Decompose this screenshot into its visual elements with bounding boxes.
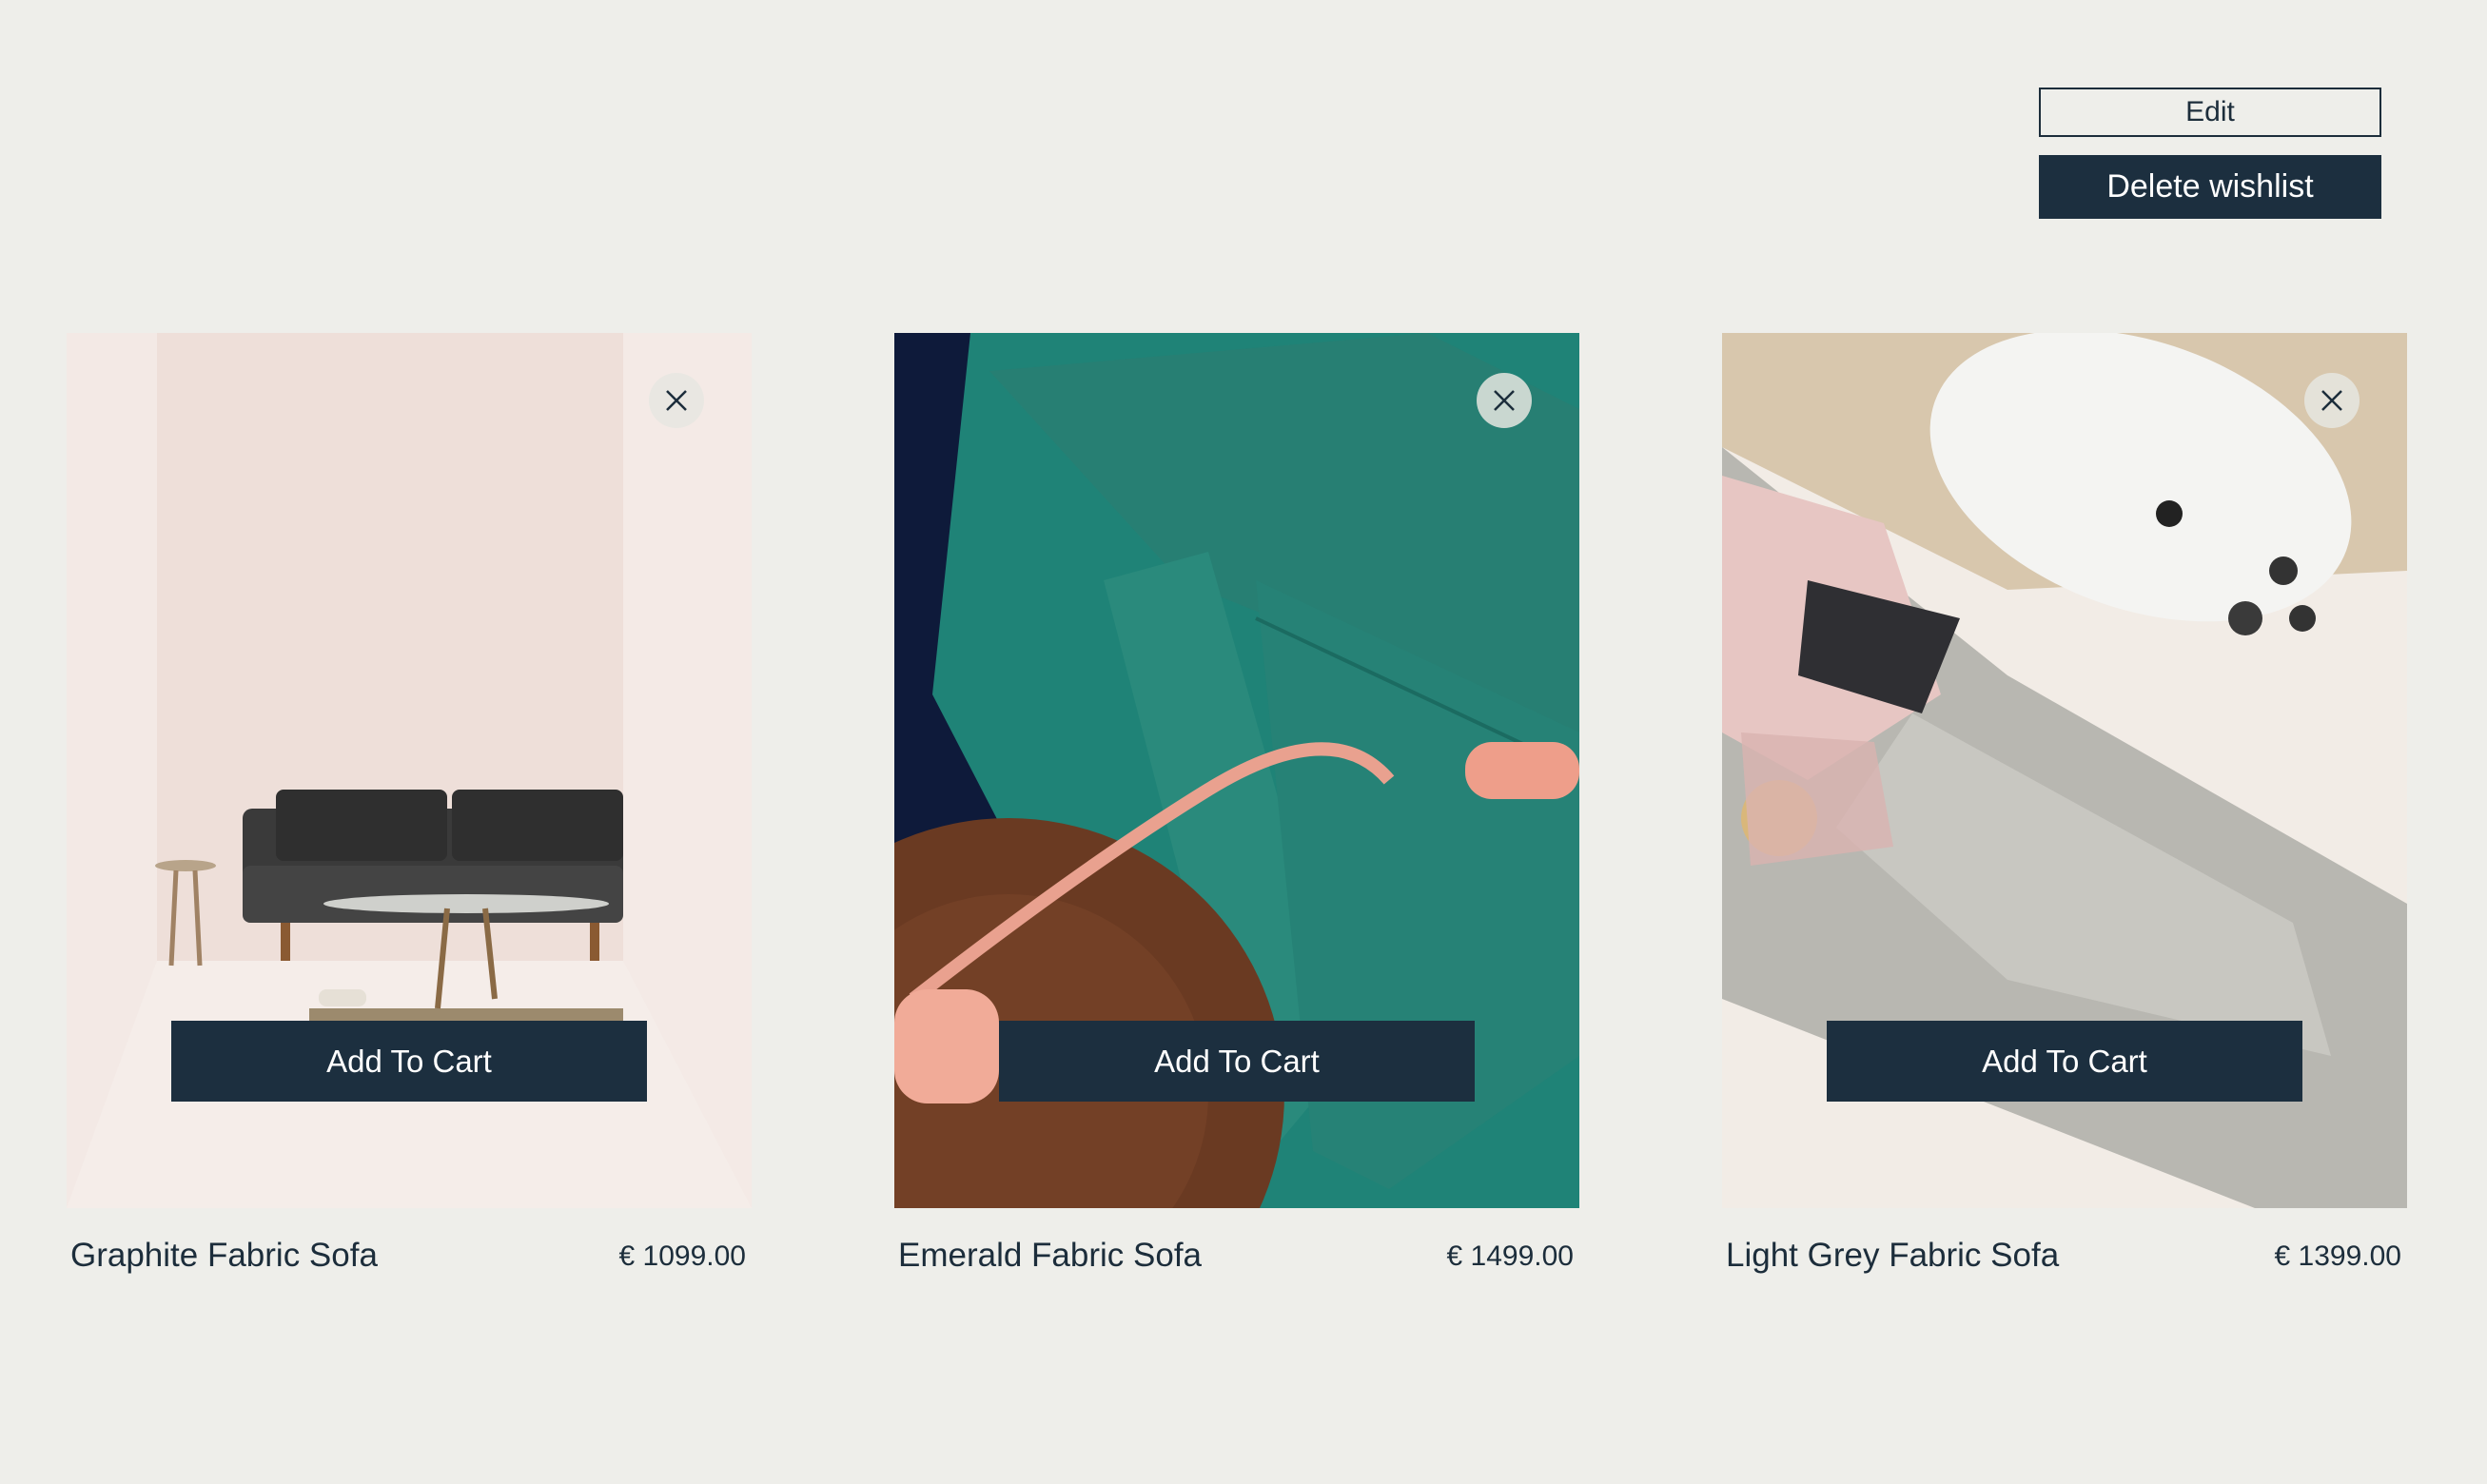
product-price: € 1499.00 <box>1446 1240 1574 1272</box>
product-name[interactable]: Graphite Fabric Sofa <box>70 1237 378 1275</box>
add-to-cart-button[interactable]: Add To Cart <box>171 1021 647 1102</box>
remove-item-button[interactable] <box>1477 373 1532 428</box>
wishlist-item: Emerald Fabric Sofa € 1499.00 <box>894 333 1579 1303</box>
close-icon <box>1494 390 1515 411</box>
close-icon <box>2321 390 2342 411</box>
delete-wishlist-button[interactable]: Delete wishlist <box>2039 155 2381 219</box>
wishlist-item: Graphite Fabric Sofa € 1099.00 <box>67 333 752 1303</box>
close-icon <box>666 390 687 411</box>
product-price: € 1099.00 <box>618 1240 746 1272</box>
wishlist-item: Light Grey Fabric Sofa € 1399.00 <box>1722 333 2407 1303</box>
add-to-cart-button[interactable]: Add To Cart <box>999 1021 1475 1102</box>
remove-item-button[interactable] <box>2304 373 2360 428</box>
product-name[interactable]: Emerald Fabric Sofa <box>898 1237 1202 1275</box>
product-name[interactable]: Light Grey Fabric Sofa <box>1726 1237 2059 1275</box>
remove-item-button[interactable] <box>649 373 704 428</box>
add-to-cart-button[interactable]: Add To Cart <box>1827 1021 2302 1102</box>
product-price: € 1399.00 <box>2274 1240 2401 1272</box>
edit-button[interactable]: Edit <box>2039 88 2381 137</box>
